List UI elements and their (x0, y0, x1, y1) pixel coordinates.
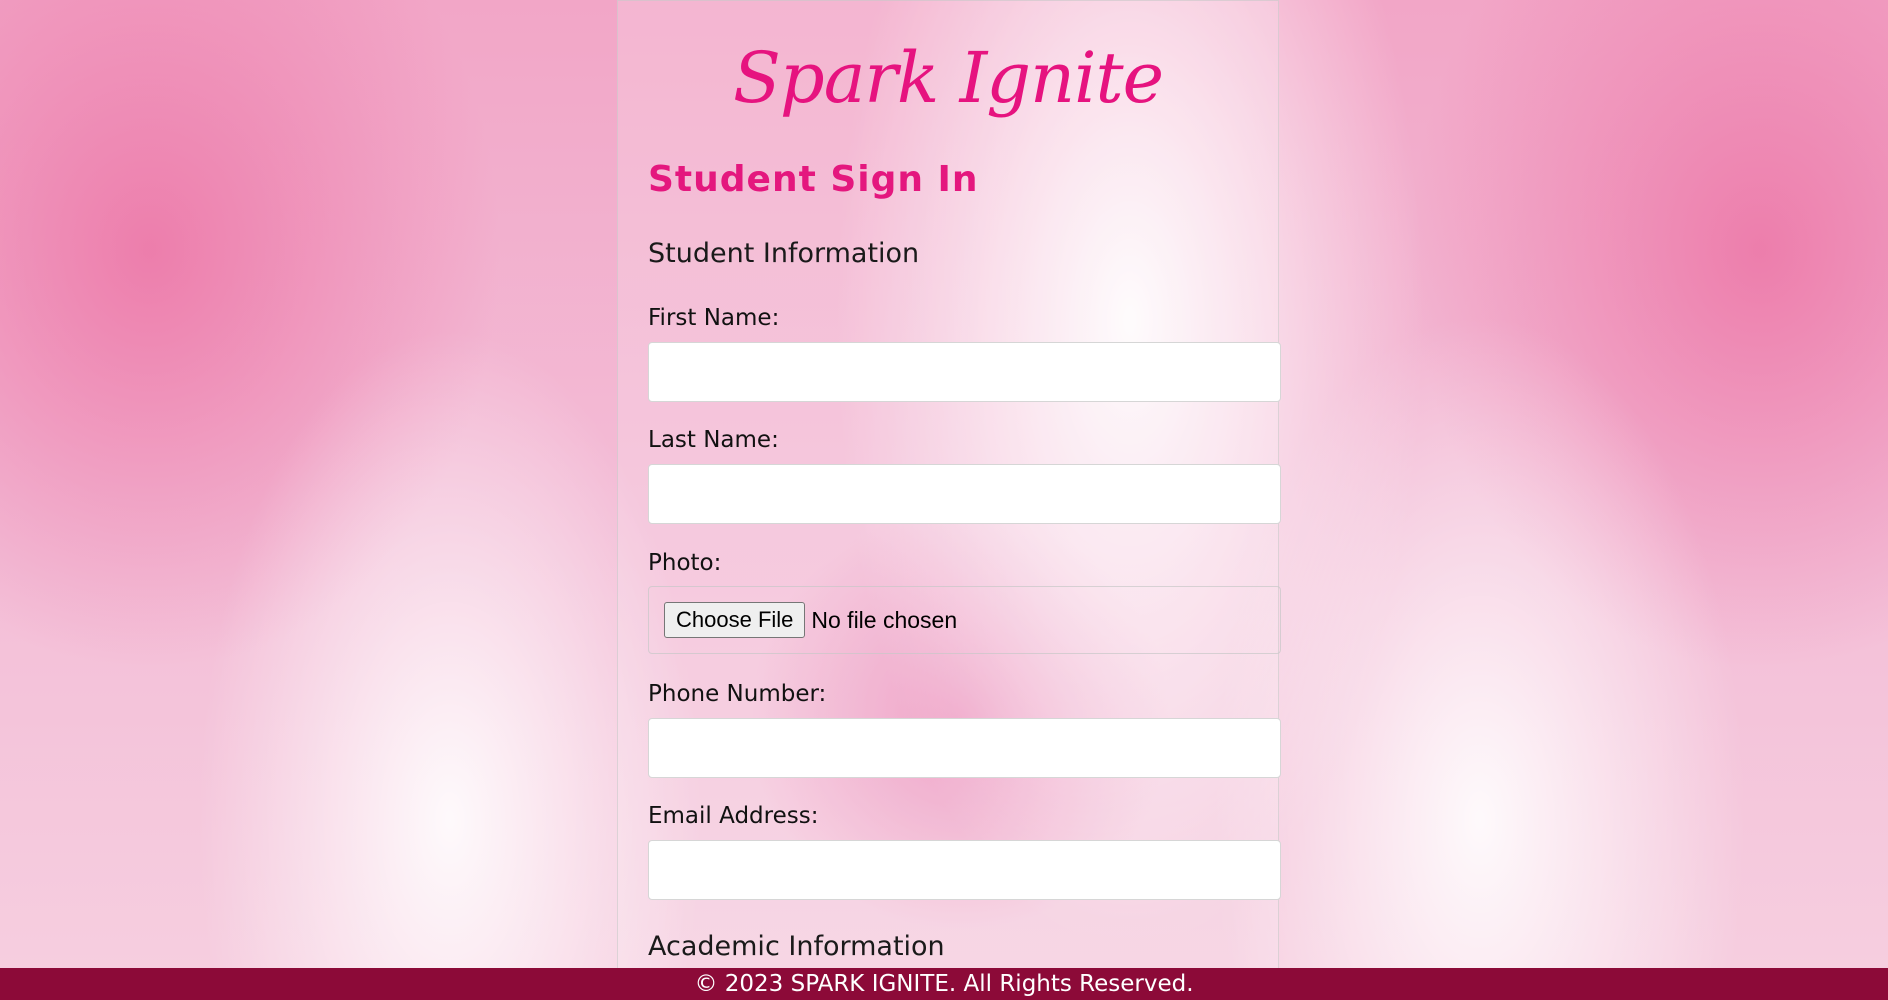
photo-label: Photo: (648, 550, 722, 576)
last-name-input[interactable] (648, 464, 1281, 524)
footer-copyright: © 2023 SPARK IGNITE. All Rights Reserved… (0, 968, 1888, 1000)
photo-file-input[interactable]: Choose File No file chosen (648, 586, 1281, 654)
page-title: Student Sign In (648, 159, 979, 200)
choose-file-button[interactable]: Choose File (664, 602, 806, 638)
sign-in-panel: Spark Ignite Student Sign In Student Inf… (617, 0, 1281, 968)
section-student-information: Student Information (648, 238, 920, 269)
last-name-label: Last Name: (648, 427, 779, 453)
brand-logo: Spark Ignite (732, 37, 1164, 119)
email-address-label: Email Address: (648, 803, 819, 829)
phone-number-input[interactable] (648, 718, 1281, 778)
first-name-input[interactable] (648, 342, 1281, 402)
section-academic-information: Academic Information (648, 931, 945, 962)
first-name-label: First Name: (648, 305, 780, 331)
phone-number-label: Phone Number: (648, 681, 827, 707)
file-status-text: No file chosen (811, 606, 958, 633)
email-address-input[interactable] (648, 840, 1281, 900)
